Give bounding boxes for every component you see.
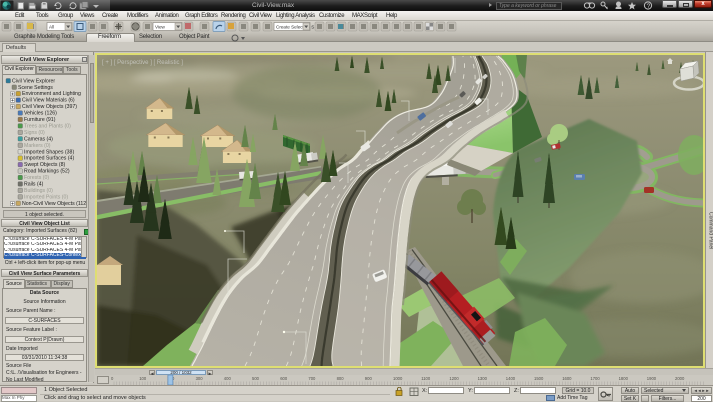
svg-text:Markers (0): Markers (0) xyxy=(24,143,51,149)
svg-text:Scene Settings: Scene Settings xyxy=(18,85,53,91)
svg-text:Rails (4): Rails (4) xyxy=(24,182,44,188)
svg-text:Civil View Explorer: Civil View Explorer xyxy=(12,78,55,84)
svg-text:300: 300 xyxy=(196,376,204,381)
svg-text:1900: 1900 xyxy=(647,376,657,381)
svg-text:1500: 1500 xyxy=(534,376,544,381)
svg-text:Buildings (0): Buildings (0) xyxy=(24,188,53,194)
svg-text:Swept Objects (8): Swept Objects (8) xyxy=(24,162,65,168)
svg-text:1800: 1800 xyxy=(619,376,629,381)
svg-text:Civil View Objects (397): Civil View Objects (397) xyxy=(22,104,77,110)
svg-text:1700: 1700 xyxy=(590,376,600,381)
svg-text:700: 700 xyxy=(308,376,316,381)
svg-text:Signs (0): Signs (0) xyxy=(24,130,45,136)
svg-text:?: ? xyxy=(647,3,651,10)
svg-text:Imported Surfaces (4): Imported Surfaces (4) xyxy=(24,156,74,162)
svg-text:1600: 1600 xyxy=(562,376,572,381)
svg-text:Civil View Materials (6): Civil View Materials (6) xyxy=(22,98,75,104)
svg-text:Road Markings (52): Road Markings (52) xyxy=(24,169,70,175)
svg-text:Furniture (91): Furniture (91) xyxy=(24,117,56,123)
svg-text:Non-Civil View Objects (112): Non-Civil View Objects (112) xyxy=(22,201,87,207)
svg-text:1200: 1200 xyxy=(449,376,459,381)
svg-text:2000: 2000 xyxy=(675,376,685,381)
svg-text:Forests (0): Forests (0) xyxy=(24,175,49,181)
svg-text:Imported Shapes (38): Imported Shapes (38) xyxy=(24,149,74,155)
svg-text:1000: 1000 xyxy=(393,376,403,381)
svg-text:900: 900 xyxy=(365,376,373,381)
svg-text:Vehicles (126): Vehicles (126) xyxy=(24,111,57,117)
svg-text:[ + ] [ Perspective ] [ Realis: [ + ] [ Perspective ] [ Realistic ] xyxy=(102,60,183,66)
svg-text:Trees and Plants (0): Trees and Plants (0) xyxy=(24,123,71,129)
svg-text:1300: 1300 xyxy=(478,376,488,381)
svg-text:Environment and Lighting: Environment and Lighting xyxy=(22,91,81,97)
svg-text:All: All xyxy=(49,25,54,30)
svg-text:View: View xyxy=(155,25,166,30)
svg-text:Imported Points (0): Imported Points (0) xyxy=(24,194,68,200)
svg-text:400: 400 xyxy=(224,376,232,381)
svg-text:1400: 1400 xyxy=(506,376,516,381)
svg-text:500: 500 xyxy=(252,376,260,381)
svg-text:800: 800 xyxy=(337,376,345,381)
svg-text:1100: 1100 xyxy=(421,376,431,381)
svg-text:100: 100 xyxy=(139,376,147,381)
svg-text:Cameras (4): Cameras (4) xyxy=(24,136,53,142)
svg-text:600: 600 xyxy=(280,376,288,381)
